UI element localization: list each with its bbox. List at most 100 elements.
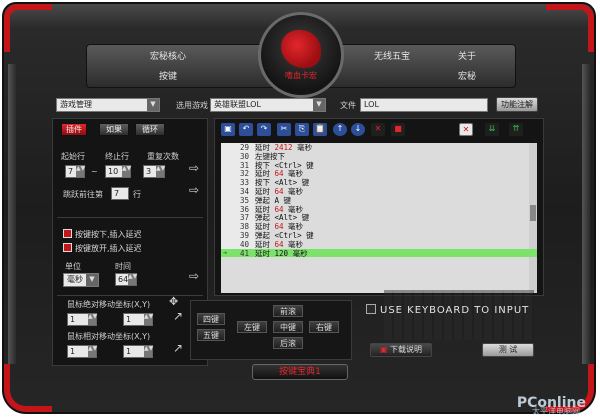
chevron-down-icon: ▼ (147, 99, 159, 111)
insert-delay-release-checkbox[interactable]: 按键放开,插入延迟 (63, 243, 142, 254)
delete-icon[interactable]: ✕ (371, 123, 385, 136)
tab-macro[interactable]: 宏秘 (427, 67, 507, 87)
stepper-arrows-icon: ▲▼ (156, 166, 165, 177)
unit-label: 单位 (65, 262, 81, 271)
repeat-value: 3 (146, 167, 152, 176)
line-number: 30 (239, 151, 249, 161)
save-icon[interactable]: ▣ (221, 123, 235, 136)
select-game-dropdown[interactable]: 英雄联盟LOL ▼ (210, 98, 326, 112)
tab-wireless-treasure[interactable]: 无线五宝 (357, 47, 427, 67)
insert-loop-arrow-icon[interactable]: ⇨ (189, 161, 199, 175)
line-number: 37 (239, 213, 249, 223)
abs-y-stepper[interactable]: 1 ▲▼ (123, 313, 153, 326)
move-down-icon[interactable]: ↓ (351, 123, 365, 136)
insert-abs-move-icon[interactable]: ↗ (173, 309, 183, 323)
help-icon: ▣ (379, 345, 388, 354)
start-line-value: 7 (68, 167, 74, 176)
clear-all-icon[interactable]: ✕ (459, 123, 473, 136)
tab-macro-core[interactable]: 宏秘核心 (93, 47, 243, 67)
script-line[interactable]: 30 左键按下 (221, 151, 537, 161)
copy-icon[interactable]: ⎘ (295, 123, 309, 136)
rel-x-value: 1 (70, 347, 76, 356)
line-number: 33 (239, 178, 249, 188)
export-icon[interactable]: ⇈ (509, 123, 523, 136)
stop-icon[interactable]: ■ (391, 123, 405, 136)
line-command: 左键按下 (255, 151, 285, 161)
test-button[interactable]: 测 试 (482, 343, 534, 357)
checkbox-box (63, 229, 72, 238)
script-line[interactable]: 40 延时 64 毫秒 (221, 239, 537, 249)
unit-value: 毫秒 (67, 275, 83, 284)
jump-line-field[interactable]: 7 (111, 187, 129, 200)
download-help-button[interactable]: ▣ 下载说明 (370, 343, 432, 357)
file-field[interactable]: LOL (360, 98, 488, 112)
tab-plugin[interactable]: 插件 (61, 123, 87, 136)
script-line[interactable]: 38 延时 64 毫秒 (221, 222, 537, 231)
mouse-rel-label: 鼠标相对移动坐标(X,Y) (67, 332, 151, 341)
scroll-back-button[interactable]: 后滚 (273, 337, 303, 349)
script-line[interactable]: 35 弹起 A 键 (221, 195, 537, 205)
time-value: 64 (118, 275, 129, 284)
script-line[interactable]: 34 延时 64 毫秒 (221, 186, 537, 196)
stepper-arrows-icon: ▲▼ (88, 346, 97, 357)
fourth-key-button[interactable]: 四键 (197, 313, 225, 325)
jump-suffix: 行 (133, 190, 141, 199)
line-value: 64 (274, 222, 284, 232)
insert-jump-arrow-icon[interactable]: ⇨ (189, 183, 199, 197)
left-button[interactable]: 左键 (237, 321, 267, 333)
select-game-label: 选用游戏 (176, 101, 208, 110)
import-icon[interactable]: ⇊ (485, 123, 499, 136)
tab-keys[interactable]: 按键 (93, 67, 243, 87)
game-manager-label: 游戏管理 (60, 100, 92, 109)
fifth-key-button[interactable]: 五键 (197, 329, 225, 341)
tab-if[interactable]: 如果 (99, 123, 129, 136)
line-number: 41 (239, 248, 249, 258)
cut-icon[interactable]: ✂ (277, 123, 291, 136)
corner-decoration (4, 364, 52, 412)
abs-x-stepper[interactable]: 1 ▲▼ (67, 313, 97, 326)
line-number: 36 (239, 204, 249, 214)
insert-delay-arrow-icon[interactable]: ⇨ (189, 269, 199, 283)
script-line[interactable]: 37 弹起 <Alt> 键 (221, 213, 537, 222)
use-keyboard-checkbox[interactable]: USE KEYBOARD TO INPUT (366, 304, 542, 322)
script-line[interactable]: 32 延时 64 毫秒 (221, 169, 537, 178)
script-list[interactable]: 29 延时 2412 毫秒 30 左键按下 31 按下 <Ctrl> 键 32 延时 64 毫… (221, 143, 537, 293)
undo-icon[interactable]: ↶ (239, 123, 253, 136)
middle-button[interactable]: 中键 (273, 321, 303, 333)
line-number: 32 (239, 169, 249, 179)
line-command: 弹起 A 键 (255, 195, 292, 205)
insert-delay-press-label: 按键按下,插入延迟 (75, 230, 142, 239)
insert-delay-release-label: 按键放开,插入延迟 (75, 244, 142, 253)
insert-delay-press-checkbox[interactable]: 按键按下,插入延迟 (63, 229, 142, 240)
paste-icon[interactable]: 📋 (313, 123, 327, 136)
script-line[interactable]: 39 弹起 <Ctrl> 键 (221, 230, 537, 240)
tab-about[interactable]: 关于 (427, 47, 507, 67)
start-line-stepper[interactable]: 7 ▲▼ (65, 165, 85, 178)
blood-splat-icon (281, 29, 321, 68)
script-line[interactable]: ➔ 41 延时 120 毫秒 (221, 248, 537, 258)
unit-dropdown[interactable]: 毫秒 ▼ (63, 273, 99, 287)
rel-y-stepper[interactable]: 1 ▲▼ (123, 345, 153, 358)
rel-x-stepper[interactable]: 1 ▲▼ (67, 345, 97, 358)
logo-text: 嗜血卡宏 (285, 70, 317, 80)
move-up-icon[interactable]: ↑ (333, 123, 347, 136)
line-value: 2412 (274, 143, 293, 152)
repeat-stepper[interactable]: 3 ▲▼ (143, 165, 165, 178)
redo-icon[interactable]: ↷ (257, 123, 271, 136)
game-manager-dropdown[interactable]: 游戏管理 ▼ (56, 98, 160, 112)
end-line-stepper[interactable]: 10 ▲▼ (105, 165, 131, 178)
functional-annotation-button[interactable]: 功能注解 (496, 97, 538, 112)
insert-rel-move-icon[interactable]: ↗ (173, 341, 183, 355)
line-command: 弹起 <Ctrl> 键 (255, 230, 314, 240)
right-button[interactable]: 右键 (309, 321, 339, 333)
tab-loop[interactable]: 循环 (135, 123, 165, 136)
time-stepper[interactable]: 64 ▲▼ (115, 273, 137, 286)
script-line[interactable]: 33 按下 <Alt> 键 (221, 178, 537, 187)
abs-x-value: 1 (70, 315, 76, 324)
checkbox-box (366, 304, 376, 314)
scroll-forward-button[interactable]: 前滚 (273, 305, 303, 317)
chevron-down-icon: ▼ (86, 274, 98, 286)
script-panel: ▣ ↶ ↷ ✂ ⎘ 📋 ↑ ↓ ✕ ■ ✕ ⇊ ⇈ 29 延时 2412 毫秒 30… (214, 118, 544, 296)
script-line[interactable]: 29 延时 2412 毫秒 (221, 143, 537, 152)
crosshair-icon[interactable]: ✥ (169, 295, 178, 308)
